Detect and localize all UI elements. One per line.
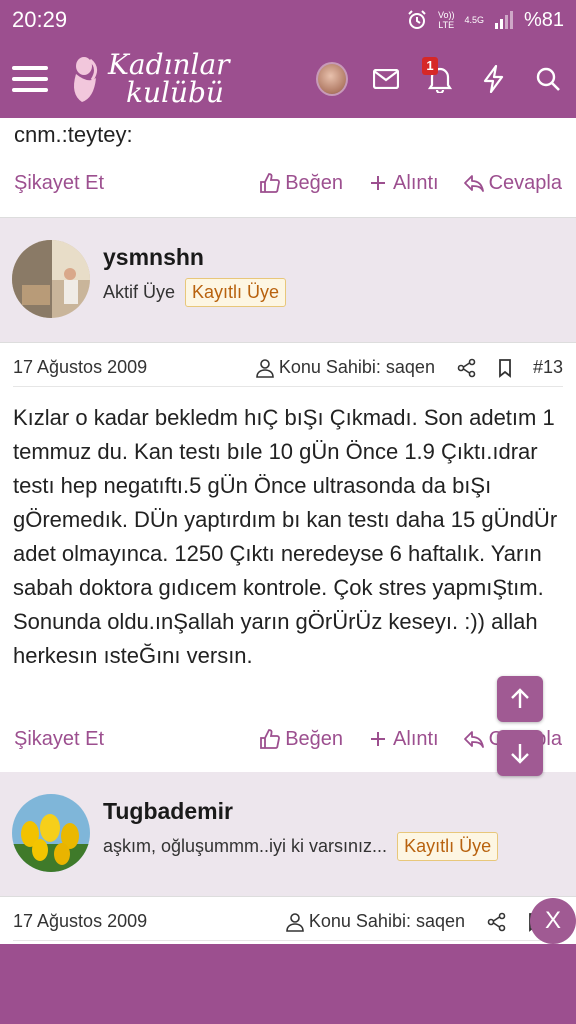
arrow-up-icon bbox=[511, 688, 529, 708]
reply-icon bbox=[463, 731, 484, 748]
share-icon[interactable] bbox=[487, 912, 507, 932]
search-icon[interactable] bbox=[532, 63, 564, 95]
post-13: 17 Ağustos 2009 Konu Sahibi: saqen #13 K… bbox=[0, 342, 576, 772]
like-button[interactable]: Beğen bbox=[259, 728, 343, 751]
user-avatar[interactable] bbox=[12, 240, 90, 318]
post-actions: Şikayet Et Beğen Alıntı Cevapla bbox=[14, 724, 562, 754]
username[interactable]: Tugbademir bbox=[103, 798, 233, 825]
site-logo[interactable]: Kadınlar kulübü bbox=[68, 51, 316, 107]
post-author-band: Tugbademir aşkım, oğluşummm..iyi ki vars… bbox=[0, 782, 576, 896]
alarm-icon bbox=[408, 10, 426, 29]
post-number[interactable]: #13 bbox=[533, 357, 563, 378]
post-date[interactable]: 17 Ağustos 2009 bbox=[13, 911, 285, 932]
envelope-icon[interactable] bbox=[370, 63, 402, 95]
post-meta: 17 Ağustos 2009 Konu Sahibi: saqen bbox=[13, 911, 563, 941]
post-body: Kızlar o kadar bekledm hıÇ bıŞı Çıkmadı.… bbox=[13, 405, 558, 668]
logo-line-1: Kadınlar bbox=[108, 48, 230, 81]
menu-icon[interactable] bbox=[12, 61, 48, 97]
person-icon bbox=[286, 912, 304, 932]
post-text: cnm.:teytey: bbox=[14, 122, 133, 147]
post-author-band: ysmnshn Aktif Üye Kayıtlı Üye bbox=[0, 228, 576, 342]
scroll-up-button[interactable] bbox=[497, 676, 543, 722]
previous-post: cnm.:teytey: Şikayet Et Beğen Alıntı Cev… bbox=[0, 118, 576, 218]
bell-icon[interactable]: 1 bbox=[422, 57, 456, 95]
site-header: Kadınlar kulübü 1 bbox=[0, 40, 576, 118]
thread-starter: Konu Sahibi: saqen bbox=[285, 911, 465, 932]
status-bar: 20:29 Vo)) LTE 4.5G %81 bbox=[0, 0, 576, 40]
arrow-down-icon bbox=[511, 744, 529, 764]
status-time: 20:29 bbox=[12, 7, 68, 32]
report-button[interactable]: Şikayet Et bbox=[14, 172, 235, 195]
username[interactable]: ysmnshn bbox=[103, 244, 204, 271]
user-title: aşkım, oğluşummm..iyi ki varsınız... Kay… bbox=[103, 832, 499, 861]
quote-button[interactable]: Alıntı bbox=[367, 728, 439, 751]
volte-indicator: Vo)) LTE bbox=[437, 10, 455, 30]
user-title: Aktif Üye Kayıtlı Üye bbox=[103, 278, 287, 307]
person-icon bbox=[256, 358, 274, 378]
share-icon[interactable] bbox=[457, 358, 477, 378]
member-tag: Kayıtlı Üye bbox=[185, 278, 287, 307]
notification-badge: 1 bbox=[422, 57, 438, 75]
bookmark-icon[interactable] bbox=[495, 358, 515, 378]
bottom-ad-bar bbox=[0, 944, 576, 1024]
user-avatar-button[interactable] bbox=[316, 62, 348, 96]
post-meta: 17 Ağustos 2009 Konu Sahibi: saqen #13 bbox=[13, 357, 563, 387]
reply-icon bbox=[463, 175, 484, 192]
thumbs-up-icon bbox=[260, 173, 281, 193]
report-button[interactable]: Şikayet Et bbox=[14, 728, 235, 751]
close-button[interactable]: X bbox=[530, 898, 576, 944]
network-type: 4.5G bbox=[464, 15, 484, 25]
logo-line-2: kulübü bbox=[126, 76, 224, 109]
thread-starter: Konu Sahibi: saqen bbox=[255, 357, 435, 378]
signal-icon bbox=[494, 11, 513, 29]
post-14: 17 Ağustos 2009 Konu Sahibi: saqen bbox=[0, 896, 576, 944]
post-date[interactable]: 17 Ağustos 2009 bbox=[13, 357, 255, 378]
scroll-down-button[interactable] bbox=[497, 730, 543, 776]
thumbs-up-icon bbox=[260, 729, 281, 749]
avatar bbox=[316, 62, 348, 96]
quote-button[interactable]: Alıntı bbox=[367, 172, 439, 195]
user-avatar[interactable] bbox=[12, 794, 90, 872]
member-tag: Kayıtlı Üye bbox=[397, 832, 499, 861]
lightning-icon[interactable] bbox=[478, 63, 510, 95]
plus-icon bbox=[371, 732, 386, 746]
like-button[interactable]: Beğen bbox=[259, 172, 343, 195]
plus-icon bbox=[371, 176, 386, 190]
post-actions: Şikayet Et Beğen Alıntı Cevapla bbox=[14, 168, 562, 198]
logo-figure-icon bbox=[74, 57, 97, 102]
battery-level: %81 bbox=[523, 8, 564, 31]
reply-button[interactable]: Cevapla bbox=[463, 172, 562, 195]
